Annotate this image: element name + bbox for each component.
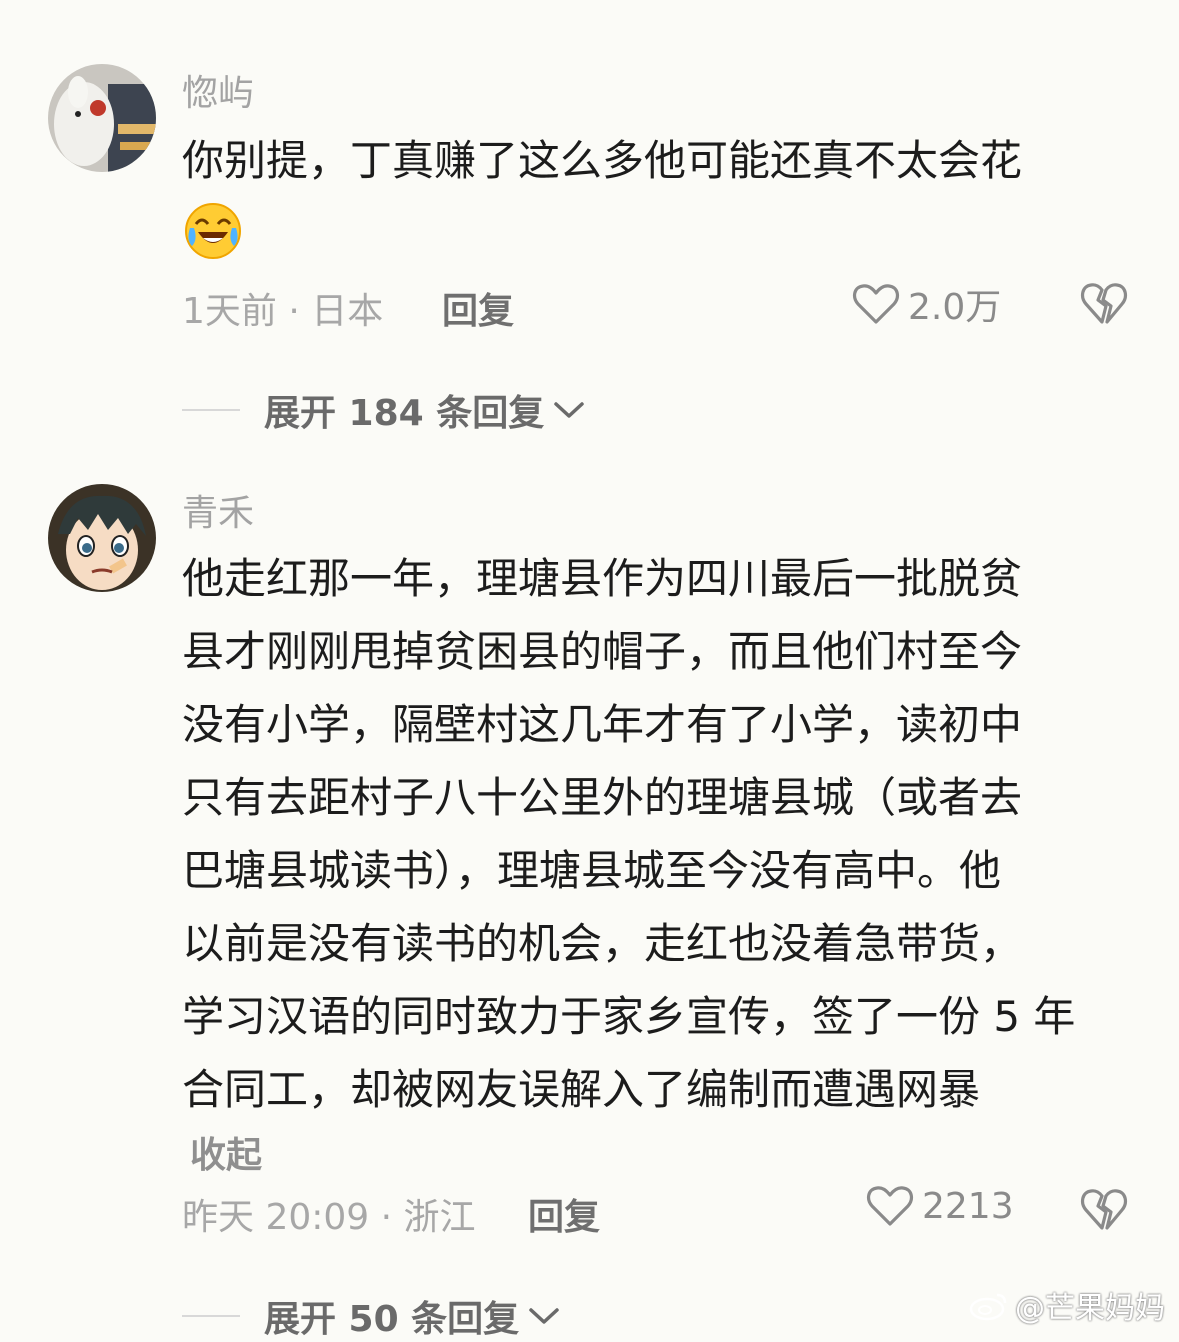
reply-button[interactable]: 回复 [528, 1188, 600, 1240]
comment-text: 他走红那一年，理塘县作为四川最后一批脱贫 县才刚刚甩掉贫困县的帽子，而且他们村至… [182, 554, 1076, 1114]
expand-replies-label: 展开 184 条回复 [264, 393, 545, 434]
chevron-down-icon [554, 402, 584, 418]
avatar[interactable] [48, 484, 156, 592]
watermark-text: @芒果妈妈 [1015, 1291, 1165, 1326]
comment-meta: 昨天 20:09 · 浙江 [182, 1197, 476, 1238]
like-count: 2213 [922, 1185, 1014, 1227]
divider-line [182, 409, 240, 411]
watermark: @芒果妈妈 [969, 1283, 1165, 1327]
broken-heart-icon [1080, 1189, 1128, 1230]
expand-replies-button[interactable]: 展开 184 条回复 [182, 384, 586, 436]
username[interactable]: 青禾 [182, 484, 254, 536]
heart-icon [852, 284, 900, 324]
expand-replies-label: 展开 50 条回复 [264, 1299, 520, 1340]
username[interactable]: 惚屿 [182, 64, 254, 116]
weibo-logo-icon [969, 1293, 1007, 1321]
previous-comment-fragment [0, 0, 1179, 8]
divider-line [182, 1315, 240, 1317]
like-button[interactable]: 2.0万 [852, 278, 1001, 330]
avatar[interactable] [48, 64, 156, 172]
reply-button[interactable]: 回复 [442, 282, 514, 334]
comment-text: 你别提，丁真赚了这么多他可能还真不太会花 [182, 136, 1023, 185]
dislike-button[interactable] [1080, 280, 1128, 326]
chevron-down-icon [529, 1308, 559, 1324]
like-button[interactable]: 2213 [866, 1184, 1014, 1228]
dislike-button[interactable] [1080, 1186, 1128, 1232]
expand-replies-button[interactable]: 展开 50 条回复 [182, 1290, 561, 1342]
heart-icon [866, 1186, 914, 1226]
crying-laughing-emoji-icon [184, 202, 242, 260]
collapse-button[interactable]: 收起 [190, 1126, 262, 1178]
broken-heart-icon [1080, 283, 1128, 324]
comment-meta: 1天前 · 日本 [182, 291, 384, 332]
like-count: 2.0万 [908, 287, 1002, 328]
